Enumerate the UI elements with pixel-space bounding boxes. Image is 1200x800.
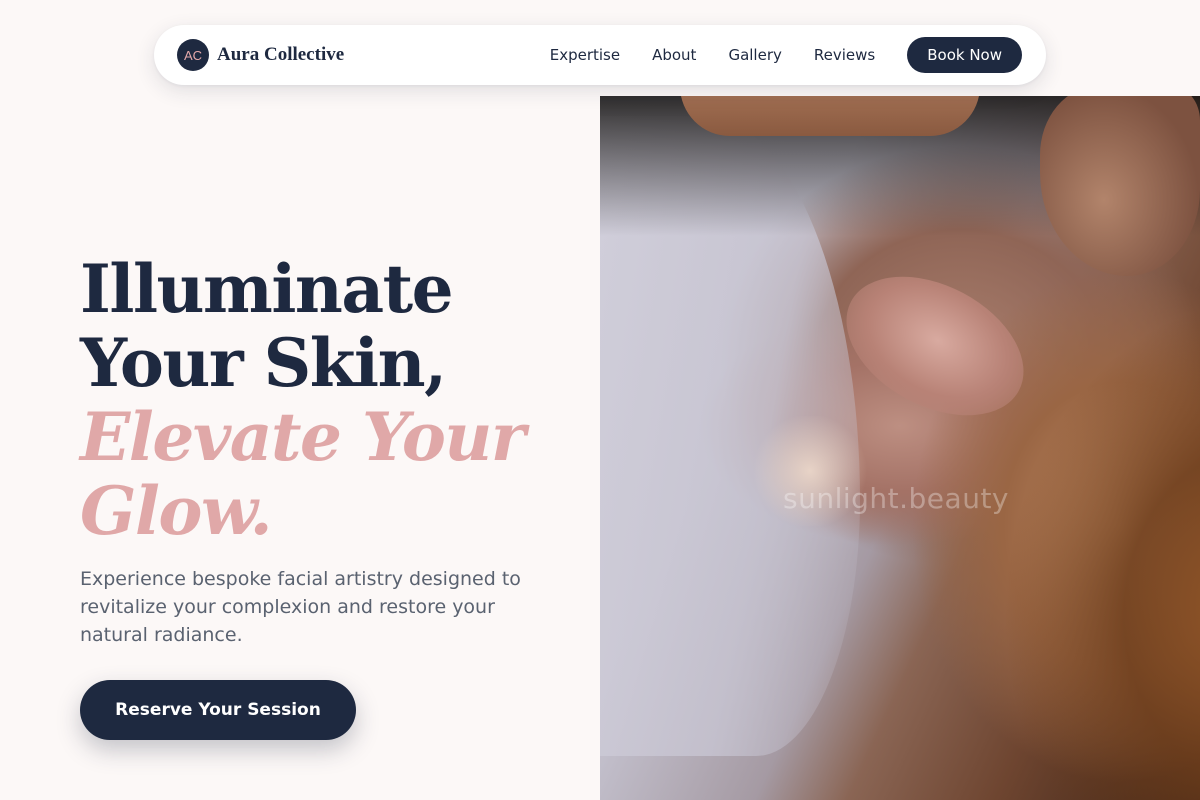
image-watermark: sunlight.beauty	[783, 482, 1009, 515]
top-navbar: AC Aura Collective Expertise About Galle…	[154, 25, 1046, 85]
nav-links: Expertise About Gallery Reviews Book Now	[550, 37, 1022, 73]
image-lips	[822, 248, 1048, 444]
brand-name: Aura Collective	[217, 44, 345, 65]
brand-logo-badge: AC	[177, 39, 209, 71]
headline-accent-line-1: Elevate Your	[80, 398, 526, 476]
nav-link-about[interactable]: About	[652, 46, 696, 64]
nav-link-gallery[interactable]: Gallery	[728, 46, 781, 64]
headline-line-2: Your Skin,	[80, 324, 447, 402]
brand[interactable]: AC Aura Collective	[177, 39, 344, 71]
nav-link-expertise[interactable]: Expertise	[550, 46, 620, 64]
headline-line-1: Illuminate	[80, 250, 454, 328]
book-now-button[interactable]: Book Now	[907, 37, 1022, 73]
headline-accent-line-2: Glow.	[80, 472, 273, 550]
image-finger-right	[1040, 96, 1200, 276]
image-fingers	[680, 96, 980, 136]
hero-headline: Illuminate Your Skin, Elevate Your Glow.	[80, 252, 580, 548]
nav-link-reviews[interactable]: Reviews	[814, 46, 875, 64]
hero-subtext: Experience bespoke facial artistry desig…	[80, 568, 521, 646]
hero-image: sunlight.beauty	[600, 96, 1200, 800]
reserve-session-button[interactable]: Reserve Your Session	[80, 680, 356, 740]
